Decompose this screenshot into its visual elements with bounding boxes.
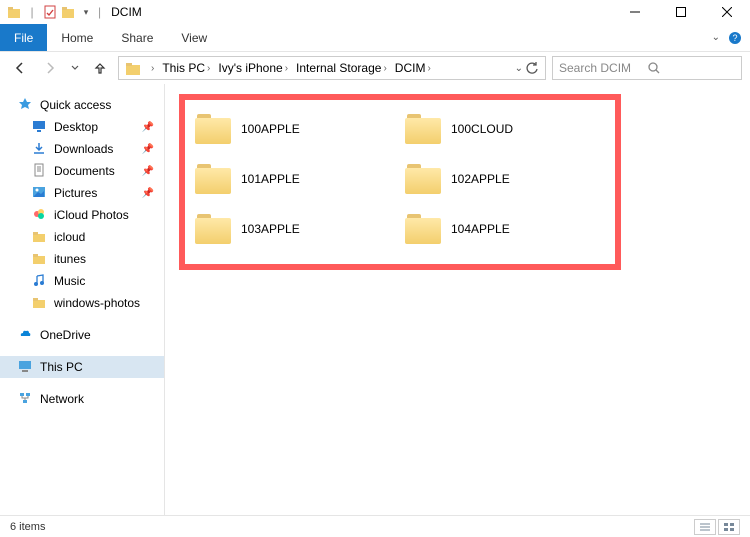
downloads-icon: [32, 141, 48, 157]
address-bar[interactable]: › This PC› Ivy's iPhone› Internal Storag…: [118, 56, 546, 80]
sidebar-quick-access[interactable]: Quick access: [0, 94, 164, 116]
folder-item[interactable]: 100CLOUD: [405, 104, 605, 154]
sidebar-item-icloud[interactable]: icloud: [0, 226, 164, 248]
folder-icon: [32, 295, 48, 311]
sidebar-item-windows-photos[interactable]: windows-photos: [0, 292, 164, 314]
music-icon: [32, 273, 48, 289]
sidebar-item-downloads[interactable]: Downloads 📌: [0, 138, 164, 160]
folder-label: 100APPLE: [241, 122, 300, 136]
sidebar-item-desktop[interactable]: Desktop 📌: [0, 116, 164, 138]
folder-item[interactable]: 103APPLE: [195, 204, 395, 254]
details-view-button[interactable]: [694, 519, 716, 535]
folder-icon: [32, 229, 48, 245]
view-tab[interactable]: View: [167, 24, 221, 51]
folder-item[interactable]: 104APPLE: [405, 204, 605, 254]
folder-label: 100CLOUD: [451, 122, 513, 136]
share-tab[interactable]: Share: [107, 24, 167, 51]
onedrive-icon: [18, 327, 34, 343]
breadcrumb-chevron[interactable]: ›: [145, 63, 158, 74]
pin-icon: 📌: [142, 188, 154, 199]
folder-grid: 100APPLE 100CLOUD 101APPLE 102APPLE 103APPLE…: [195, 104, 605, 254]
status-item-count: 6 items: [10, 521, 45, 533]
refresh-icon[interactable]: [525, 61, 539, 75]
folder-item[interactable]: 100APPLE: [195, 104, 395, 154]
folder-icon: [195, 214, 231, 244]
svg-text:?: ?: [732, 33, 737, 43]
sidebar-onedrive[interactable]: OneDrive: [0, 324, 164, 346]
breadcrumb-segment[interactable]: Ivy's iPhone›: [214, 61, 292, 75]
sidebar-item-documents[interactable]: Documents 📌: [0, 160, 164, 182]
sidebar-item-icloud-photos[interactable]: iCloud Photos: [0, 204, 164, 226]
documents-icon: [32, 163, 48, 179]
pin-icon: 📌: [142, 166, 154, 177]
breadcrumb-segment[interactable]: This PC›: [158, 61, 214, 75]
close-button[interactable]: [704, 0, 750, 24]
explorer-icon: [6, 4, 22, 20]
back-button[interactable]: [8, 56, 32, 80]
sidebar-item-pictures[interactable]: Pictures 📌: [0, 182, 164, 204]
breadcrumb-segment[interactable]: Internal Storage›: [292, 61, 391, 75]
maximize-button[interactable]: [658, 0, 704, 24]
folder-icon: [32, 251, 48, 267]
navigation-pane: Quick access Desktop 📌 Downloads 📌 Docum…: [0, 84, 165, 515]
qa-dropdown-icon[interactable]: [60, 4, 76, 20]
ribbon: File Home Share View ⌄ ?: [0, 24, 750, 52]
qa-separator: |: [24, 4, 40, 20]
highlight-annotation: 100APPLE 100CLOUD 101APPLE 102APPLE 103APPLE…: [179, 94, 621, 270]
sidebar-this-pc[interactable]: This PC: [0, 356, 164, 378]
sidebar-item-music[interactable]: Music: [0, 270, 164, 292]
window-controls: [612, 0, 750, 24]
home-tab[interactable]: Home: [47, 24, 107, 51]
network-icon: [18, 391, 34, 407]
folder-label: 102APPLE: [451, 172, 510, 186]
minimize-button[interactable]: [612, 0, 658, 24]
title-bar: | ▾ | DCIM: [0, 0, 750, 24]
chevron-down-icon[interactable]: ▾: [78, 4, 94, 20]
content-pane[interactable]: 100APPLE 100CLOUD 101APPLE 102APPLE 103APPLE…: [165, 84, 750, 515]
navigation-row: › This PC› Ivy's iPhone› Internal Storag…: [0, 52, 750, 84]
folder-icon: [405, 164, 441, 194]
desktop-icon: [32, 119, 48, 135]
search-icon: [647, 61, 735, 75]
search-input[interactable]: Search DCIM: [552, 56, 742, 80]
pictures-icon: [32, 185, 48, 201]
help-icon[interactable]: ?: [728, 31, 742, 45]
ribbon-expand-icon[interactable]: ⌄: [712, 32, 720, 43]
icloud-photos-icon: [32, 207, 48, 223]
folder-item[interactable]: 101APPLE: [195, 154, 395, 204]
forward-button[interactable]: [38, 56, 62, 80]
folder-icon: [405, 114, 441, 144]
this-pc-icon: [18, 359, 34, 375]
folder-icon: [405, 214, 441, 244]
pin-icon: 📌: [142, 122, 154, 133]
star-icon: [18, 97, 34, 113]
folder-label: 103APPLE: [241, 222, 300, 236]
breadcrumb-segment[interactable]: DCIM›: [391, 61, 435, 75]
file-tab[interactable]: File: [0, 24, 47, 51]
properties-icon[interactable]: [42, 4, 58, 20]
sidebar-network[interactable]: Network: [0, 388, 164, 410]
recent-locations-button[interactable]: [68, 56, 82, 80]
address-dropdown-icon[interactable]: ⌄: [515, 63, 523, 74]
qa-separator: |: [98, 5, 101, 19]
up-button[interactable]: [88, 56, 112, 80]
folder-item[interactable]: 102APPLE: [405, 154, 605, 204]
address-icon: [121, 60, 145, 76]
folder-icon: [195, 164, 231, 194]
large-icons-view-button[interactable]: [718, 519, 740, 535]
pin-icon: 📌: [142, 144, 154, 155]
folder-label: 101APPLE: [241, 172, 300, 186]
folder-icon: [195, 114, 231, 144]
quick-access-toolbar: | ▾ |: [0, 4, 103, 20]
folder-label: 104APPLE: [451, 222, 510, 236]
status-bar: 6 items: [0, 515, 750, 537]
sidebar-item-itunes[interactable]: itunes: [0, 248, 164, 270]
search-placeholder: Search DCIM: [559, 61, 647, 75]
window-title: DCIM: [111, 5, 142, 19]
